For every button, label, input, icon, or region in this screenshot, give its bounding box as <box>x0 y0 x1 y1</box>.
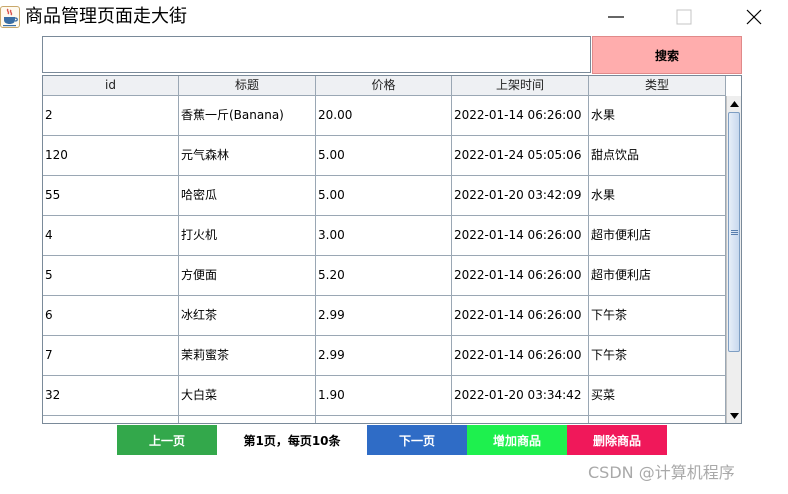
table-row[interactable]: 5 方便面 5.20 2022-01-14 06:26:00 超市便利店 <box>43 256 726 296</box>
cell-price[interactable]: 5.00 <box>316 136 452 175</box>
cell-price[interactable]: 5.00 <box>316 176 452 215</box>
cell-price[interactable]: 2.99 <box>316 296 452 335</box>
maximize-button[interactable] <box>664 4 704 30</box>
table-row[interactable]: 7 茉莉蜜茶 2.99 2022-01-14 06:26:00 下午茶 <box>43 336 726 376</box>
cell-listed-time[interactable]: 2022-01-14 06:26:00 <box>452 96 589 135</box>
vertical-scrollbar[interactable] <box>726 96 741 423</box>
table-row[interactable]: 120 元气森林 5.00 2022-01-24 05:05:06 甜点饮品 <box>43 136 726 176</box>
cell-price[interactable]: 3.00 <box>316 216 452 255</box>
cell-title[interactable]: 哈密瓜 <box>179 176 316 215</box>
java-cup-icon <box>0 6 20 28</box>
cell-title[interactable]: 方便面 <box>179 256 316 295</box>
cell-type[interactable]: 超市便利店 <box>589 216 726 255</box>
table-header: id 标题 价格 上架时间 类型 <box>43 76 726 96</box>
cell-title[interactable]: 冰红茶 <box>179 296 316 335</box>
arrow-up-icon <box>730 101 739 107</box>
column-header-listed-time[interactable]: 上架时间 <box>452 76 589 96</box>
cell-price[interactable] <box>316 416 452 423</box>
column-header-type[interactable]: 类型 <box>589 76 726 96</box>
prev-page-button[interactable]: 上一页 <box>117 425 217 455</box>
window-title: 商品管理页面走大街 <box>25 6 187 27</box>
maximize-icon <box>676 9 692 25</box>
scroll-up-button[interactable] <box>727 96 741 112</box>
column-header-id[interactable]: id <box>43 76 179 96</box>
cell-price[interactable]: 2.99 <box>316 336 452 375</box>
table-row[interactable]: 55 哈密瓜 5.00 2022-01-20 03:42:09 水果 <box>43 176 726 216</box>
cell-type[interactable]: 水果 <box>589 96 726 135</box>
cell-id[interactable]: 7 <box>43 336 179 375</box>
table-row[interactable] <box>43 416 726 423</box>
cell-listed-time[interactable]: 2022-01-14 06:26:00 <box>452 256 589 295</box>
cell-listed-time[interactable]: 2022-01-20 03:34:42 <box>452 376 589 415</box>
cell-type[interactable]: 甜点饮品 <box>589 136 726 175</box>
cell-type[interactable]: 超市便利店 <box>589 256 726 295</box>
cell-id[interactable]: 55 <box>43 176 179 215</box>
table-row[interactable]: 6 冰红茶 2.99 2022-01-14 06:26:00 下午茶 <box>43 296 726 336</box>
cell-id[interactable]: 6 <box>43 296 179 335</box>
table-row[interactable]: 4 打火机 3.00 2022-01-14 06:26:00 超市便利店 <box>43 216 726 256</box>
cell-listed-time[interactable]: 2022-01-14 06:26:00 <box>452 216 589 255</box>
cell-title[interactable]: 大白菜 <box>179 376 316 415</box>
cell-id[interactable] <box>43 416 179 423</box>
cell-title[interactable]: 香蕉一斤(Banana) <box>179 96 316 135</box>
cell-title[interactable] <box>179 416 316 423</box>
cell-listed-time[interactable]: 2022-01-14 06:26:00 <box>452 296 589 335</box>
table-body: 2 香蕉一斤(Banana) 20.00 2022-01-14 06:26:00… <box>43 96 726 423</box>
grip-icon <box>730 229 738 235</box>
minimize-icon <box>608 16 624 18</box>
cell-id[interactable]: 32 <box>43 376 179 415</box>
add-product-button[interactable]: 增加商品 <box>467 425 567 455</box>
page-info-label: 第1页，每页10条 <box>243 433 341 448</box>
arrow-down-icon <box>730 413 739 419</box>
cell-type[interactable]: 水果 <box>589 176 726 215</box>
cell-price[interactable]: 5.20 <box>316 256 452 295</box>
search-button[interactable]: 搜索 <box>592 36 742 74</box>
delete-product-button[interactable]: 删除商品 <box>567 425 667 455</box>
cell-type[interactable]: 买菜 <box>589 376 726 415</box>
cell-title[interactable]: 茉莉蜜茶 <box>179 336 316 375</box>
scroll-thumb[interactable] <box>728 112 740 352</box>
close-icon <box>746 9 762 25</box>
cell-type[interactable]: 下午茶 <box>589 336 726 375</box>
scroll-down-button[interactable] <box>727 408 741 423</box>
column-header-title[interactable]: 标题 <box>179 76 316 96</box>
cell-listed-time[interactable]: 2022-01-24 05:05:06 <box>452 136 589 175</box>
table-row[interactable]: 32 大白菜 1.90 2022-01-20 03:34:42 买菜 <box>43 376 726 416</box>
product-table: id 标题 价格 上架时间 类型 2 香蕉一斤(Banana) 20.00 20… <box>42 75 742 424</box>
search-input[interactable] <box>42 36 591 73</box>
cell-listed-time[interactable] <box>452 416 589 423</box>
next-page-button[interactable]: 下一页 <box>367 425 467 455</box>
cell-title[interactable]: 打火机 <box>179 216 316 255</box>
cell-price[interactable]: 20.00 <box>316 96 452 135</box>
close-button[interactable] <box>734 4 774 30</box>
cell-type[interactable] <box>589 416 726 423</box>
cell-price[interactable]: 1.90 <box>316 376 452 415</box>
column-header-price[interactable]: 价格 <box>316 76 452 96</box>
cell-id[interactable]: 4 <box>43 216 179 255</box>
cell-listed-time[interactable]: 2022-01-20 03:42:09 <box>452 176 589 215</box>
cell-id[interactable]: 5 <box>43 256 179 295</box>
cell-title[interactable]: 元气森林 <box>179 136 316 175</box>
table-row[interactable]: 2 香蕉一斤(Banana) 20.00 2022-01-14 06:26:00… <box>43 96 726 136</box>
cell-type[interactable]: 下午茶 <box>589 296 726 335</box>
watermark: CSDN @计算机程序 <box>588 463 735 482</box>
cell-listed-time[interactable]: 2022-01-14 06:26:00 <box>452 336 589 375</box>
cell-id[interactable]: 2 <box>43 96 179 135</box>
cell-id[interactable]: 120 <box>43 136 179 175</box>
minimize-button[interactable] <box>596 4 636 30</box>
title-bar: 商品管理页面走大街 <box>0 0 788 34</box>
